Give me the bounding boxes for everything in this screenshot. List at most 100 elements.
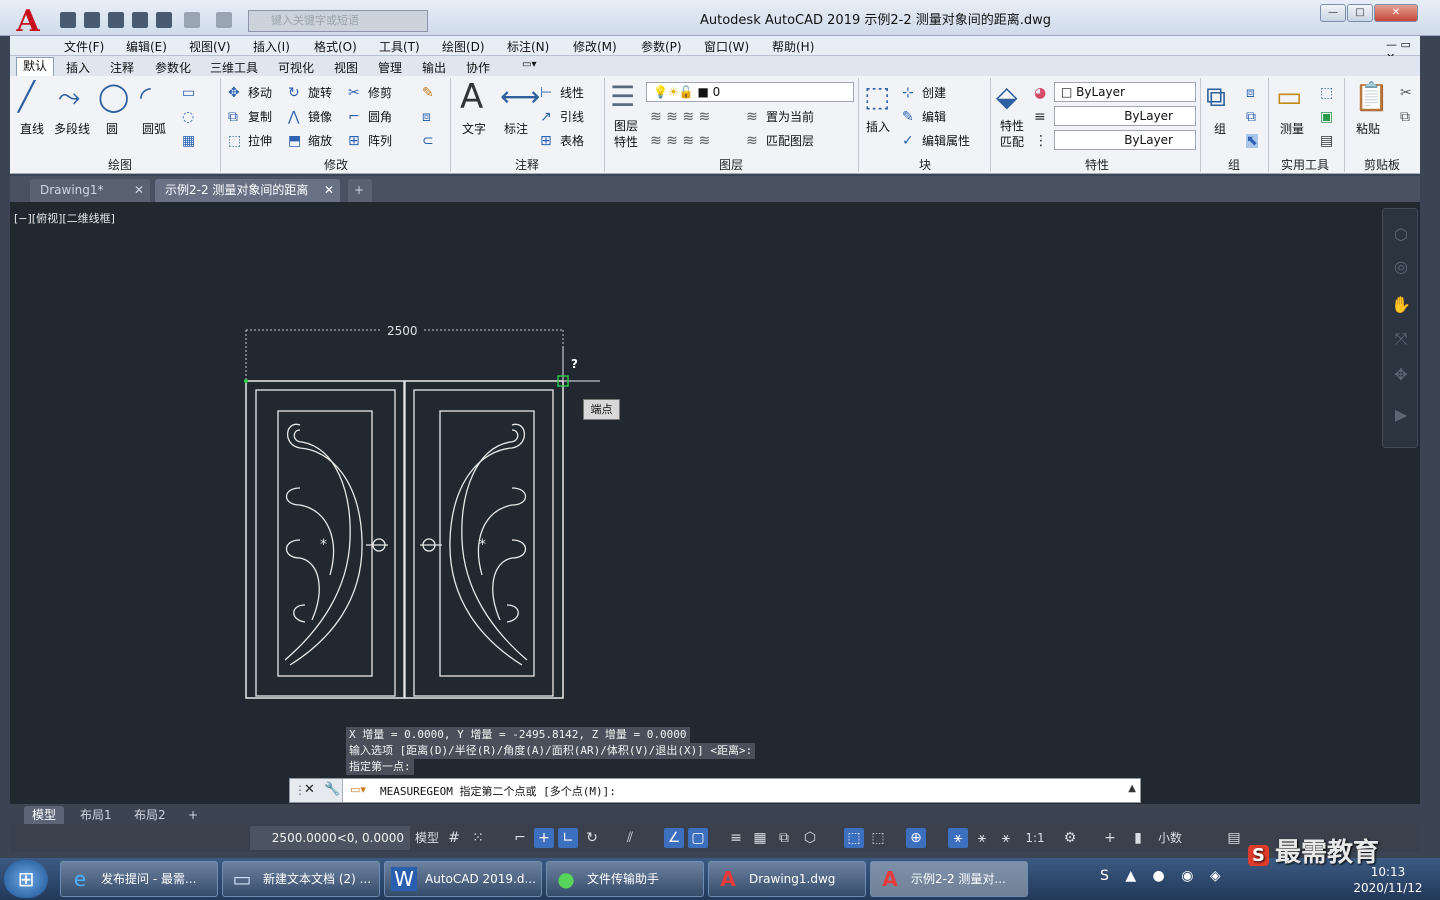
task-ie[interactable]: e 发布提问 - 最需... xyxy=(60,861,218,897)
tab-layout1[interactable]: 布局1 xyxy=(72,806,120,824)
copy-button[interactable]: 复制 xyxy=(248,108,272,125)
showmotion-icon[interactable]: ▶ xyxy=(1391,405,1411,425)
tab-manage[interactable]: 管理 xyxy=(378,59,402,76)
rotate-button[interactable]: 旋转 xyxy=(308,84,332,101)
linetype-icon[interactable]: ⋮ xyxy=(1034,134,1048,148)
cut-icon[interactable]: ✂ xyxy=(1400,86,1412,100)
print-icon[interactable] xyxy=(156,12,172,28)
add-layout-icon[interactable]: + xyxy=(180,806,206,824)
linetype-dropdown[interactable]: ByLayer xyxy=(1054,106,1196,126)
group-button[interactable]: 组 xyxy=(1214,120,1226,137)
linear-button[interactable]: 线性 xyxy=(560,84,584,101)
menu-parametric[interactable]: 参数(P) xyxy=(641,38,682,55)
autocad-logo-icon[interactable]: A xyxy=(10,6,46,38)
close-cmd-icon[interactable]: ✕ xyxy=(304,782,315,797)
tab-insert[interactable]: 插入 xyxy=(66,59,90,76)
array-button[interactable]: 阵列 xyxy=(368,132,392,149)
command-input[interactable]: MEASUREGEOM 指定第二个点或 [多个点(M)]: xyxy=(380,783,616,799)
system-tray-icons[interactable]: S ▲ ● ◉ ◈ xyxy=(1100,868,1227,884)
ungroup-icon[interactable]: ⧈ xyxy=(1246,86,1255,100)
task-notepad[interactable]: ▭ 新建文本文档 (2) ... xyxy=(222,861,380,897)
drawing-canvas[interactable] xyxy=(10,202,1420,804)
match-layer-button[interactable]: 匹配图层 xyxy=(766,132,814,149)
gizmo-icon[interactable]: ⊕ xyxy=(906,828,926,848)
lineweight-display-icon[interactable]: ≡ xyxy=(726,828,746,848)
annotation-scale-icon[interactable]: ⚹ xyxy=(996,828,1016,848)
paste-button[interactable]: 粘贴 xyxy=(1356,120,1380,137)
task-wechat[interactable]: ● 文件传输助手 xyxy=(546,861,704,897)
menu-modify[interactable]: 修改(M) xyxy=(573,38,617,55)
group-select-icon[interactable]: ⬉ xyxy=(1246,134,1258,148)
text-button[interactable]: 文字 xyxy=(462,120,486,137)
color-dropdown[interactable]: □ ByLayer xyxy=(1054,82,1196,102)
save-icon[interactable] xyxy=(108,12,124,28)
tab-layout2[interactable]: 布局2 xyxy=(126,806,174,824)
lineweight-dropdown[interactable]: ByLayer xyxy=(1054,130,1196,150)
explode-icon[interactable]: ⧈ xyxy=(422,110,431,124)
open-file-icon[interactable] xyxy=(84,12,100,28)
arc-icon[interactable]: ◜ xyxy=(140,82,151,112)
clipboard-panel-title[interactable]: 剪贴板 xyxy=(1346,156,1418,172)
annotation-monitor-icon[interactable]: + xyxy=(1100,828,1120,848)
doc-tab-drawing1[interactable]: Drawing1* ✕ xyxy=(30,179,150,202)
polyline-button[interactable]: 多段线 xyxy=(54,120,90,137)
properties-panel-title[interactable]: 特性 xyxy=(992,156,1202,172)
minimize-button[interactable]: — xyxy=(1320,4,1346,22)
tab-3d-tools[interactable]: 三维工具 xyxy=(210,59,258,76)
menu-view[interactable]: 视图(V) xyxy=(189,38,231,55)
match-properties-icon[interactable]: ⬙ xyxy=(996,82,1018,112)
move-button[interactable]: 移动 xyxy=(248,84,272,101)
menu-tools[interactable]: 工具(T) xyxy=(379,38,420,55)
select-all-icon[interactable]: ▣ xyxy=(1320,110,1333,124)
recent-commands-icon[interactable]: ▭▾ xyxy=(350,783,366,796)
measure-button[interactable]: 测量 xyxy=(1280,120,1304,137)
transparency-icon[interactable]: ▦ xyxy=(750,828,770,848)
layers-panel-title[interactable]: 图层 xyxy=(606,156,856,172)
modify-panel-title[interactable]: 修改 xyxy=(222,156,450,172)
line-icon[interactable]: ╱ xyxy=(18,82,35,112)
layer-properties-button[interactable]: 图层 特性 xyxy=(614,118,644,150)
task-word[interactable]: W AutoCAD 2019.d... xyxy=(384,861,542,897)
copy-clip-icon[interactable]: ⧉ xyxy=(1400,110,1410,124)
menu-edit[interactable]: 编辑(E) xyxy=(126,38,167,55)
close-tab-icon[interactable]: ✕ xyxy=(134,179,144,202)
annotation-scale-value[interactable]: 1:1 xyxy=(1020,828,1050,848)
menu-draw[interactable]: 绘图(D) xyxy=(442,38,485,55)
object-snap-icon[interactable]: ▢ xyxy=(688,828,708,848)
text-icon[interactable]: A xyxy=(460,80,483,114)
layer-properties-icon[interactable]: ☰ xyxy=(610,82,635,112)
tab-model[interactable]: 模型 xyxy=(24,806,65,824)
group-icon[interactable]: ⧉ xyxy=(1206,82,1226,112)
quick-select-icon[interactable]: ⬚ xyxy=(1320,86,1333,100)
model-space-button[interactable]: 模型 xyxy=(414,828,440,848)
new-file-icon[interactable] xyxy=(60,12,76,28)
command-line[interactable]: ⋮ ✕ 🔧 ▭▾ MEASUREGEOM 指定第二个点或 [多个点(M)]: ▲ xyxy=(289,778,1141,803)
trim-button[interactable]: 修剪 xyxy=(368,84,392,101)
save-as-icon[interactable] xyxy=(132,12,148,28)
gradient-icon[interactable]: ▦ xyxy=(182,134,195,148)
customize-icon[interactable]: 🔧 xyxy=(324,782,340,797)
calculator-icon[interactable]: ▤ xyxy=(1320,134,1333,148)
set-current-button[interactable]: 置为当前 xyxy=(766,108,814,125)
annotation-panel-title[interactable]: 注释 xyxy=(452,156,602,172)
menu-insert[interactable]: 插入(I) xyxy=(253,38,290,55)
workspace-gear-icon[interactable]: ⚙ xyxy=(1060,828,1080,848)
dynamic-input-icon[interactable]: + xyxy=(534,828,554,848)
ribbon-options-icon[interactable]: ▭▾ xyxy=(522,59,536,70)
maximize-button[interactable]: □ xyxy=(1347,4,1373,22)
scale-button[interactable]: 缩放 xyxy=(308,132,332,149)
menu-dimension[interactable]: 标注(N) xyxy=(507,38,549,55)
mirror-button[interactable]: 镜像 xyxy=(308,108,332,125)
viewport-controls[interactable]: [−][俯视][二维线框] xyxy=(14,210,115,226)
selection-cycling-icon[interactable]: ⧉ xyxy=(774,828,794,848)
steering-wheel-icon[interactable]: ◎ xyxy=(1391,257,1411,277)
measure-icon[interactable]: ▭ xyxy=(1276,82,1302,112)
viewcube-icon[interactable]: ⬡ xyxy=(1391,225,1411,245)
dimension-icon[interactable]: ⟷ xyxy=(500,82,540,112)
ortho-icon[interactable]: ∟ xyxy=(558,828,578,848)
3d-osnap-icon[interactable]: ⬡ xyxy=(800,828,820,848)
undo-icon[interactable] xyxy=(184,12,200,28)
menu-format[interactable]: 格式(O) xyxy=(314,38,357,55)
task-example[interactable]: A 示例2-2 测量对... xyxy=(870,861,1028,897)
offset-icon[interactable]: ⊂ xyxy=(422,134,434,148)
